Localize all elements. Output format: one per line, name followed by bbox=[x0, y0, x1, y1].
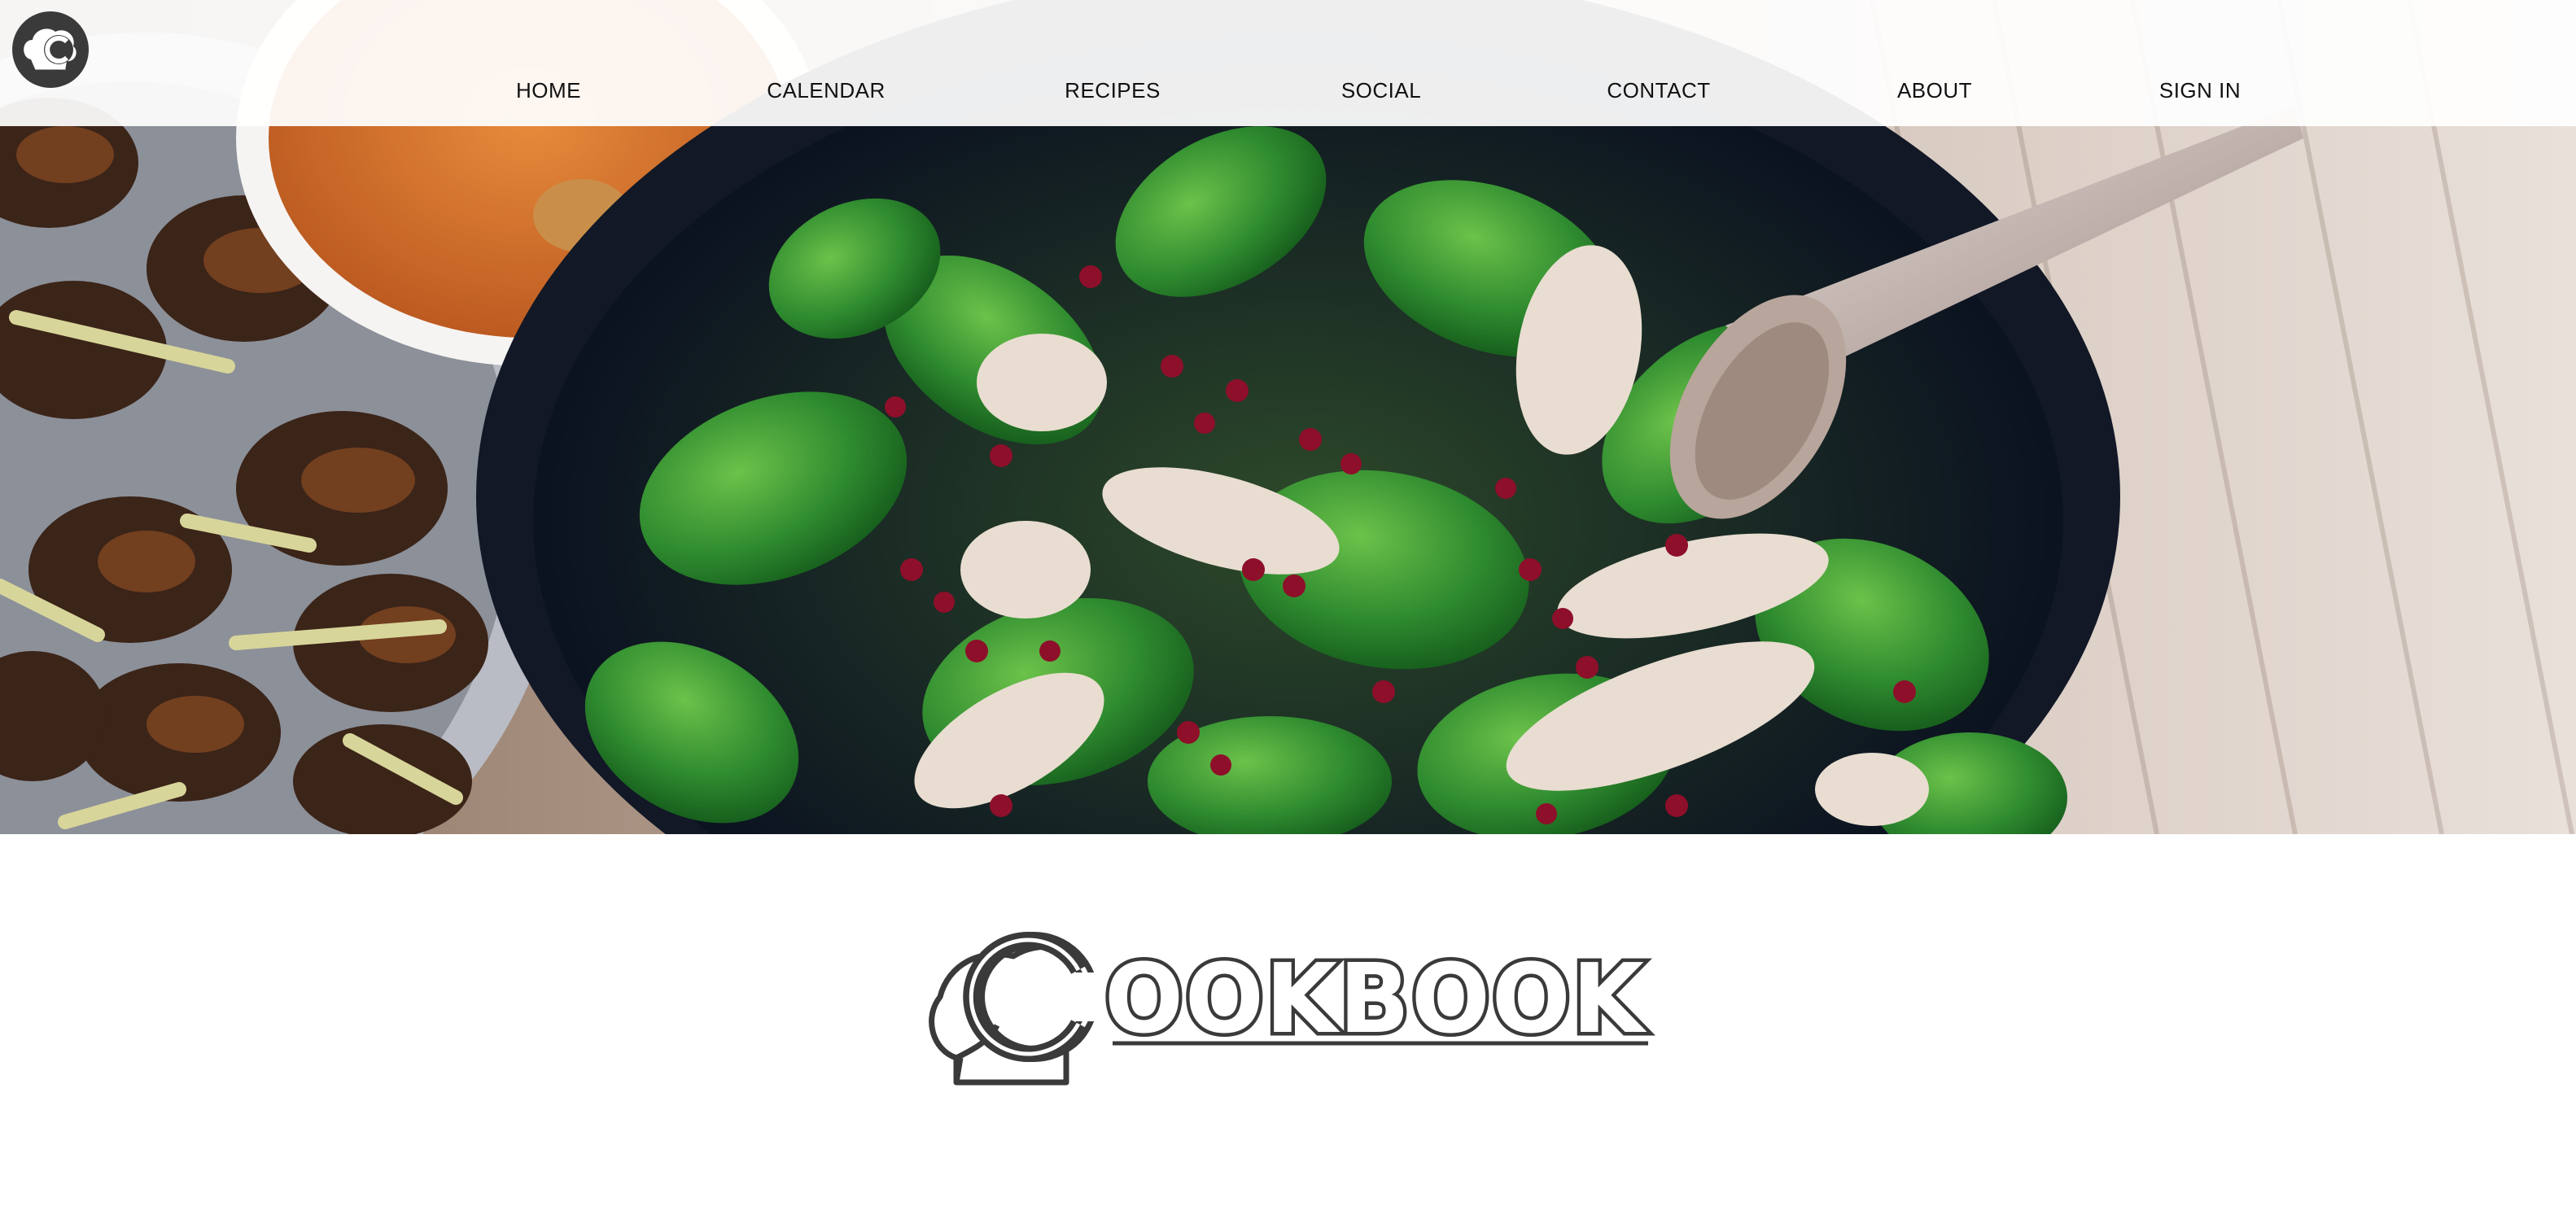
nav-link-calendar[interactable]: CALENDAR bbox=[767, 78, 886, 103]
logo-letter-c-icon bbox=[963, 932, 1111, 1062]
page: HOME CALENDAR RECIPES SOCIAL CONTACT ABO… bbox=[0, 0, 2576, 1215]
chef-hat-logo-icon[interactable] bbox=[11, 11, 90, 89]
nav-link-contact[interactable]: CONTACT bbox=[1607, 78, 1710, 103]
main-nav: HOME CALENDAR RECIPES SOCIAL CONTACT ABO… bbox=[0, 78, 2576, 111]
nav-link-social[interactable]: SOCIAL bbox=[1341, 78, 1421, 103]
nav-link-home[interactable]: HOME bbox=[516, 78, 581, 103]
cookbook-brand-logo: OOKBOOK bbox=[924, 928, 1656, 1090]
brand-wordmark: OOKBOOK bbox=[1104, 942, 1647, 1055]
nav-link-recipes[interactable]: RECIPES bbox=[1065, 78, 1161, 103]
nav-link-sign-in[interactable]: SIGN IN bbox=[2159, 78, 2241, 103]
top-nav-bar: HOME CALENDAR RECIPES SOCIAL CONTACT ABO… bbox=[0, 0, 2576, 126]
nav-link-about[interactable]: ABOUT bbox=[1897, 78, 1972, 103]
